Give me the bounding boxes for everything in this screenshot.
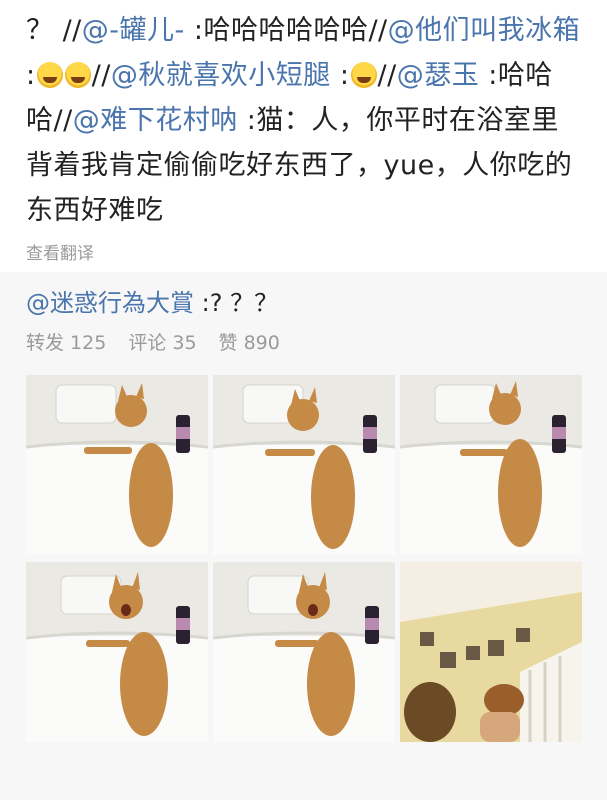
post-body: ？ //@-罐儿- :哈哈哈哈哈哈//@他们叫我冰箱 ://@秋就喜欢小短腿 :… bbox=[0, 0, 607, 272]
repost-count[interactable]: 转发 125 bbox=[26, 328, 106, 355]
cat-bathtub-photo bbox=[26, 375, 208, 555]
mention-link[interactable]: @瑟玉 bbox=[397, 60, 480, 91]
text-segment: // bbox=[91, 60, 111, 91]
cat-bathtub-photo bbox=[213, 375, 395, 555]
cat-bathtub-photo bbox=[26, 562, 208, 742]
translate-link[interactable]: 查看翻译 bbox=[26, 239, 583, 264]
grid-image[interactable] bbox=[26, 562, 208, 742]
comment-count[interactable]: 评论 35 bbox=[128, 328, 196, 355]
mention-link[interactable]: @他们叫我冰箱 bbox=[388, 15, 581, 46]
grid-image[interactable] bbox=[26, 375, 208, 555]
mention-link[interactable]: @-罐儿- bbox=[82, 15, 185, 46]
laugh-cry-emoji-icon bbox=[350, 62, 377, 88]
image-grid bbox=[0, 375, 607, 745]
mention-link[interactable]: @秋就喜欢小短腿 bbox=[111, 60, 331, 91]
mention-link[interactable]: @难下花村呐 bbox=[73, 105, 238, 136]
like-count[interactable]: 赞 890 bbox=[219, 328, 280, 355]
text-segment: : bbox=[26, 60, 36, 91]
post-text: ？ //@-罐儿- :哈哈哈哈哈哈//@他们叫我冰箱 ://@秋就喜欢小短腿 :… bbox=[26, 8, 583, 233]
cat-bathtub-photo bbox=[400, 375, 582, 555]
text-segment: :哈哈哈哈哈哈// bbox=[184, 15, 388, 46]
cat-bathtub-photo bbox=[213, 562, 395, 742]
laugh-cry-emoji-icon bbox=[36, 62, 63, 88]
grid-image[interactable] bbox=[213, 562, 395, 742]
text-segment: : bbox=[330, 60, 350, 91]
text-segment: // bbox=[377, 60, 397, 91]
grid-image[interactable] bbox=[400, 562, 582, 742]
grid-image[interactable] bbox=[213, 375, 395, 555]
repost-card[interactable]: @迷惑行為大賞 :? ？？ 转发 125 评论 35 赞 890 bbox=[0, 272, 607, 800]
grid-image[interactable] bbox=[400, 375, 582, 555]
cat-staircase-photo bbox=[400, 562, 582, 742]
repost-author-mention[interactable]: @迷惑行為大賞 bbox=[26, 289, 194, 317]
repost-stats: 转发 125 评论 35 赞 890 bbox=[0, 328, 607, 355]
repost-text-body: :? ？？ bbox=[194, 289, 279, 317]
laugh-cry-emoji-icon bbox=[64, 62, 91, 88]
text-segment: ？ // bbox=[26, 15, 82, 46]
repost-text: @迷惑行為大賞 :? ？？ bbox=[0, 286, 607, 320]
